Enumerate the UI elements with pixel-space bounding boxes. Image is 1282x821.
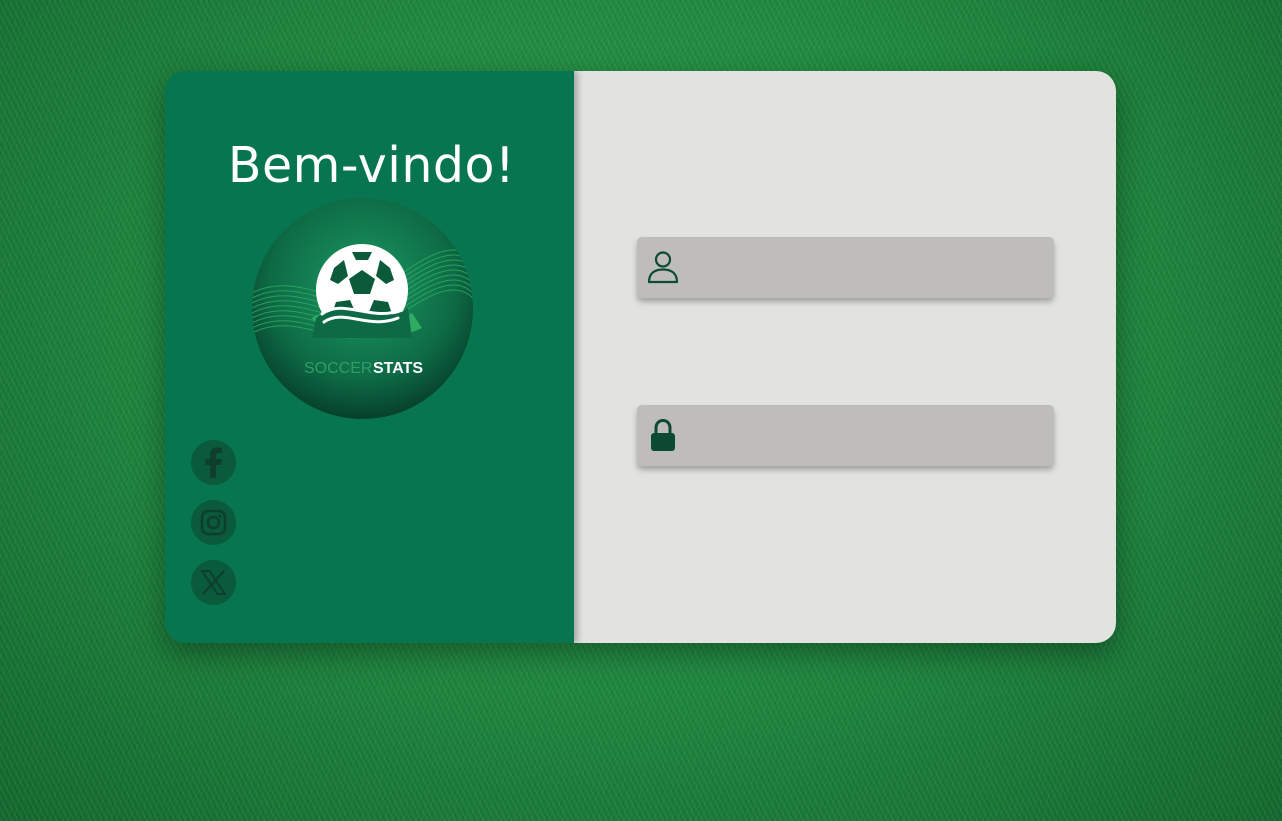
password-field bbox=[637, 405, 1054, 466]
login-form-panel bbox=[574, 71, 1116, 643]
facebook-icon bbox=[205, 447, 222, 478]
facebook-button[interactable] bbox=[191, 440, 236, 485]
login-card: Bem-vindo! SOCCER STATS bbox=[165, 71, 1116, 643]
instagram-button[interactable] bbox=[191, 500, 236, 545]
password-input[interactable] bbox=[689, 405, 1044, 466]
instagram-icon bbox=[200, 509, 227, 536]
username-input[interactable] bbox=[689, 237, 1044, 298]
x-icon bbox=[200, 570, 227, 595]
user-icon bbox=[647, 251, 679, 284]
username-field bbox=[637, 237, 1054, 298]
lock-icon bbox=[651, 418, 675, 451]
welcome-title: Bem-vindo! bbox=[227, 137, 516, 194]
welcome-panel: Bem-vindo! SOCCER STATS bbox=[165, 71, 574, 643]
logo-text-stats: STATS bbox=[373, 360, 423, 377]
soccer-stats-logo: SOCCER STATS bbox=[252, 198, 473, 419]
x-button[interactable] bbox=[191, 560, 236, 605]
logo-text-soccer: SOCCER bbox=[304, 360, 372, 377]
